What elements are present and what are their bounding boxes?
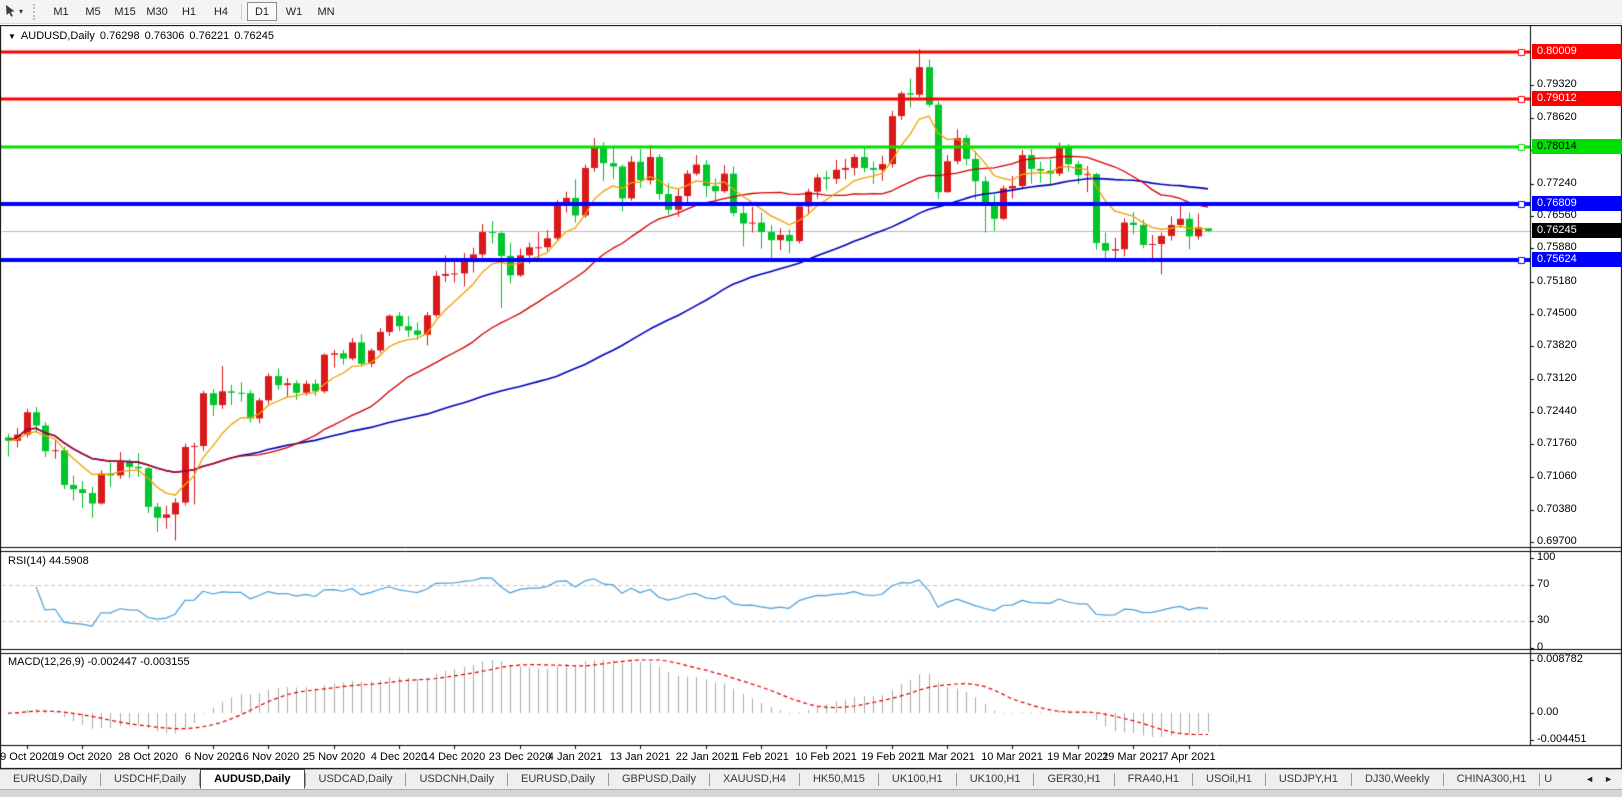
timeframe-button-mn[interactable]: MN xyxy=(311,2,341,21)
price-axis-label: 0.72440 xyxy=(1537,405,1577,417)
date-axis-label: 4 Jan 2021 xyxy=(548,751,602,763)
timeframe-button-m1[interactable]: M1 xyxy=(46,2,76,21)
date-axis-label: 10 Mar 2021 xyxy=(981,751,1043,763)
chart-tab-usdjpy-h1[interactable]: USDJPY,H1 xyxy=(1266,770,1351,789)
toolbar-grip[interactable] xyxy=(33,4,37,20)
timeframe-buttons: M1M5M15M30H1H4 D1W1MN xyxy=(45,2,342,21)
timeframe-button-w1[interactable]: W1 xyxy=(279,2,309,21)
price-axis-label: 0.74500 xyxy=(1537,307,1577,319)
price-axis-label: 0.73820 xyxy=(1537,339,1577,351)
chart-tab-bar: EURUSD,DailyUSDCHF,DailyAUDUSD,DailyUSDC… xyxy=(0,769,1622,789)
price-axis-label: 0.77240 xyxy=(1537,177,1577,189)
tab-scroll-right-icon[interactable]: ► xyxy=(1599,774,1618,784)
price-line-badge: 0.80009 xyxy=(1532,44,1622,59)
price-axis-label: 0.75180 xyxy=(1537,275,1577,287)
price-axis-label: 0.73120 xyxy=(1537,372,1577,384)
rsi-indicator-label: RSI(14) 44.5908 xyxy=(8,555,89,567)
toolbar-separator xyxy=(241,4,242,20)
chart-tab-uk100-h1[interactable]: UK100,H1 xyxy=(879,770,956,789)
date-axis-label: 25 Nov 2020 xyxy=(303,751,365,763)
tab-scroll-left-icon[interactable]: ◄ xyxy=(1580,774,1599,784)
date-axis-label: 29 Mar 2021 xyxy=(1102,751,1164,763)
chart-tool-group[interactable]: ▾ xyxy=(0,4,27,20)
chart-tab-uk100-h1[interactable]: UK100,H1 xyxy=(957,770,1034,789)
date-axis-label: 28 Oct 2020 xyxy=(118,751,178,763)
price-axis-label: 0.71060 xyxy=(1537,470,1577,482)
date-axis-label: 4 Dec 2020 xyxy=(371,751,427,763)
timeframe-button-m15[interactable]: M15 xyxy=(110,2,140,21)
chart-window: ▼ AUDUSD,Daily 0.76298 0.76306 0.76221 0.7624… xyxy=(0,25,1622,769)
macd-indicator-label: MACD(12,26,9) -0.002447 -0.003155 xyxy=(8,656,190,668)
price-axis-label: 0.70380 xyxy=(1537,503,1577,515)
timeframe-button-d1[interactable]: D1 xyxy=(247,2,277,21)
chart-tab-eurusd-daily[interactable]: EURUSD,Daily xyxy=(508,770,608,789)
open-value: 0.76298 xyxy=(100,30,140,42)
price-axis-label: 0.69700 xyxy=(1537,535,1577,547)
chart-tab-audusd-daily[interactable]: AUDUSD,Daily xyxy=(200,769,304,789)
low-value: 0.76221 xyxy=(189,30,229,42)
timeframe-button-h4[interactable]: H4 xyxy=(206,2,236,21)
chart-tab-u[interactable]: U xyxy=(1540,770,1560,789)
price-line-badge: 0.79012 xyxy=(1532,91,1622,106)
date-axis-label: 13 Jan 2021 xyxy=(610,751,671,763)
price-chart-canvas[interactable] xyxy=(0,25,1622,769)
price-line-badge: 0.75624 xyxy=(1532,252,1622,267)
timeframe-button-m5[interactable]: M5 xyxy=(78,2,108,21)
close-value: 0.76245 xyxy=(234,30,274,42)
rsi-axis-label: 0 xyxy=(1537,641,1543,653)
collapse-caret-icon[interactable]: ▼ xyxy=(8,32,16,41)
date-axis-label: 9 Oct 2020 xyxy=(0,751,54,763)
chart-tab-gbpusd-daily[interactable]: GBPUSD,Daily xyxy=(609,770,709,789)
date-axis-label: 19 Oct 2020 xyxy=(52,751,112,763)
price-axis-label: 0.79320 xyxy=(1537,78,1577,90)
date-axis-label: 10 Feb 2021 xyxy=(795,751,857,763)
timeframe-toolbar: ▾ M1M5M15M30H1H4 D1W1MN xyxy=(0,0,1622,24)
date-axis-label: 16 Nov 2020 xyxy=(237,751,299,763)
date-axis-label: 19 Feb 2021 xyxy=(861,751,923,763)
timeframe-button-m30[interactable]: M30 xyxy=(142,2,172,21)
date-axis-label: 19 Mar 2021 xyxy=(1047,751,1109,763)
high-value: 0.76306 xyxy=(145,30,185,42)
date-axis-label: 1 Mar 2021 xyxy=(919,751,975,763)
current-price-badge: 0.76245 xyxy=(1532,223,1622,238)
chart-tab-ger30-h1[interactable]: GER30,H1 xyxy=(1034,770,1113,789)
price-axis-label: 0.78620 xyxy=(1537,111,1577,123)
chart-tab-usdcad-daily[interactable]: USDCAD,Daily xyxy=(306,770,406,789)
tab-scroll-controls: ◄ ► xyxy=(1580,769,1622,789)
cursor-arrow-icon[interactable] xyxy=(4,4,17,20)
rsi-axis-label: 30 xyxy=(1537,614,1549,626)
chart-tab-dj30-weekly[interactable]: DJ30,Weekly xyxy=(1352,770,1443,789)
chart-tab-eurusd-daily[interactable]: EURUSD,Daily xyxy=(0,770,100,789)
date-axis-label: 7 Apr 2021 xyxy=(1162,751,1215,763)
chart-tab-usdchf-daily[interactable]: USDCHF,Daily xyxy=(101,770,199,789)
macd-axis-label: 0.008782 xyxy=(1537,653,1583,665)
timeframe-button-h1[interactable]: H1 xyxy=(174,2,204,21)
price-line-badge: 0.76809 xyxy=(1532,196,1622,211)
price-axis-label: 0.71760 xyxy=(1537,437,1577,449)
date-axis-label: 1 Feb 2021 xyxy=(733,751,789,763)
chevron-down-icon[interactable]: ▾ xyxy=(19,7,23,16)
date-axis-label: 6 Nov 2020 xyxy=(185,751,241,763)
macd-axis-label: -0.004451 xyxy=(1537,733,1587,745)
chart-tab-fra40-h1[interactable]: FRA40,H1 xyxy=(1115,770,1192,789)
chart-tabs: EURUSD,DailyUSDCHF,DailyAUDUSD,DailyUSDC… xyxy=(0,769,1560,789)
symbol-period-label: AUDUSD,Daily xyxy=(21,30,95,42)
chart-tab-china300-h1[interactable]: CHINA300,H1 xyxy=(1444,770,1540,789)
chart-tab-usoil-h1[interactable]: USOil,H1 xyxy=(1193,770,1265,789)
price-line-badge: 0.78014 xyxy=(1532,139,1622,154)
rsi-axis-label: 70 xyxy=(1537,578,1549,590)
rsi-axis-label: 100 xyxy=(1537,551,1555,563)
date-axis-label: 14 Dec 2020 xyxy=(423,751,485,763)
chart-tab-usdcnh-daily[interactable]: USDCNH,Daily xyxy=(406,770,507,789)
chart-tab-hk50-m15[interactable]: HK50,M15 xyxy=(800,770,878,789)
status-bar xyxy=(0,789,1622,797)
chart-title: ▼ AUDUSD,Daily 0.76298 0.76306 0.76221 0.7624… xyxy=(8,30,274,42)
date-axis-label: 22 Jan 2021 xyxy=(676,751,737,763)
date-axis-label: 23 Dec 2020 xyxy=(489,751,551,763)
chart-tab-xauusd-h4[interactable]: XAUUSD,H4 xyxy=(710,770,799,789)
macd-axis-label: 0.00 xyxy=(1537,706,1558,718)
